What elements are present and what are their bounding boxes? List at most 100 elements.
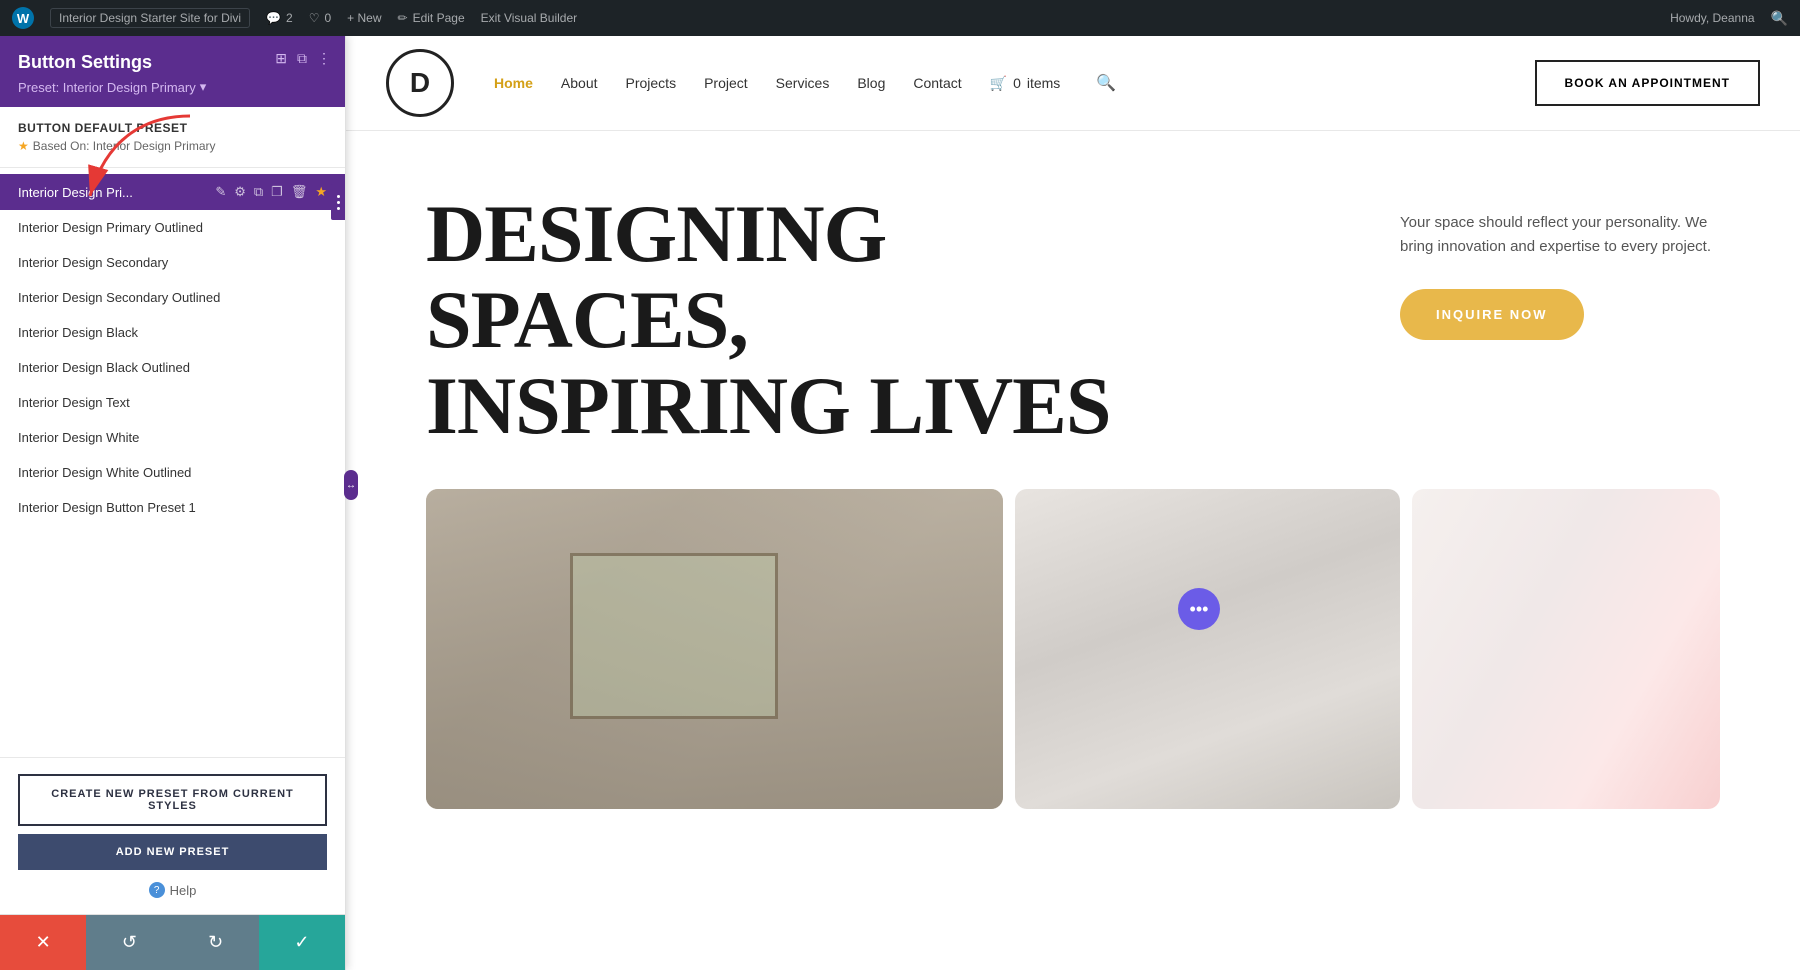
preset-item-actions: ✎ ⚙ ⧉ ❐ 🗑 ★ — [215, 184, 327, 200]
like-icon: ♡ — [309, 11, 320, 25]
interior-image-3 — [1412, 489, 1720, 809]
default-preset-label: Button Default Preset — [18, 121, 327, 135]
admin-bar-new[interactable]: + New — [347, 11, 381, 25]
preset-selector[interactable]: Preset: Interior Design Primary ▾ — [18, 79, 327, 95]
hero-right: Your space should reflect your personali… — [1400, 191, 1720, 449]
preset-export-icon[interactable]: ⧉ — [254, 184, 263, 200]
preset-item-label: Interior Design Pri... — [18, 185, 215, 200]
nav-link-services[interactable]: Services — [776, 75, 830, 91]
preset-item-label: Interior Design Primary Outlined — [18, 220, 327, 235]
nav-links: Home About Projects Project Services Blo… — [494, 73, 1505, 93]
preset-item-label: Interior Design White Outlined — [18, 465, 327, 480]
preset-copy-icon[interactable]: ❐ — [271, 184, 283, 200]
nav-link-contact[interactable]: Contact — [913, 75, 961, 91]
preset-item-label: Interior Design Black Outlined — [18, 360, 327, 375]
edit-page-label: Edit Page — [413, 11, 465, 25]
preset-settings-icon[interactable]: ⚙ — [234, 184, 246, 200]
default-preset-section: Button Default Preset ★ Based On: Interi… — [0, 107, 345, 168]
preset-dropdown-icon: ▾ — [200, 79, 207, 95]
preset-star-icon[interactable]: ★ — [315, 184, 327, 200]
help-icon: ? — [149, 882, 165, 898]
comment-icon: 💬 — [266, 11, 281, 25]
undo-button[interactable]: ↺ — [86, 915, 172, 970]
site-content: DESIGNING SPACES, INSPIRING LIVES Your s… — [346, 131, 1800, 970]
nav-link-about[interactable]: About — [561, 75, 598, 91]
floating-dots-icon: ••• — [1190, 599, 1209, 620]
admin-bar-site[interactable]: Interior Design Starter Site for Divi — [50, 8, 250, 28]
undo-icon: ↺ — [122, 932, 137, 953]
image-card-interior-1 — [426, 489, 1003, 809]
resize-handle[interactable]: ↔ — [344, 470, 358, 500]
hero-title-line1: DESIGNING — [426, 191, 1400, 277]
admin-bar-likes[interactable]: ♡ 0 — [309, 11, 331, 25]
hero-left: DESIGNING SPACES, INSPIRING LIVES — [426, 191, 1400, 449]
help-label: Help — [170, 883, 197, 898]
preset-item-label: Interior Design White — [18, 430, 327, 445]
panel-more-dots[interactable] — [331, 184, 345, 220]
preset-item-secondary-outlined[interactable]: Interior Design Secondary Outlined — [0, 280, 345, 315]
admin-bar-exit-builder[interactable]: Exit Visual Builder — [481, 11, 578, 25]
preset-item-text[interactable]: Interior Design Text — [0, 385, 345, 420]
like-count: 0 — [324, 11, 331, 25]
nav-cart[interactable]: 🛒 0 items — [990, 75, 1061, 92]
sidebar-footer: CREATE NEW PRESET FROM CURRENT STYLES AD… — [0, 757, 345, 914]
preset-item-secondary[interactable]: Interior Design Secondary — [0, 245, 345, 280]
more-options-icon[interactable]: ⋮ — [317, 50, 331, 67]
add-preset-button[interactable]: ADD NEW PRESET — [18, 834, 327, 870]
site-logo: D — [386, 49, 454, 117]
viewport-icon[interactable]: ⊞ — [275, 50, 287, 67]
expand-icon[interactable]: ⧉ — [297, 50, 307, 67]
edit-icon: ✏ — [398, 11, 408, 25]
image-grid — [346, 489, 1800, 809]
star-icon: ★ — [18, 139, 29, 153]
exit-builder-label: Exit Visual Builder — [481, 11, 578, 25]
image-card-interior-3 — [1412, 489, 1720, 809]
admin-bar-edit-page[interactable]: ✏ Edit Page — [398, 11, 465, 25]
nav-link-projects[interactable]: Projects — [626, 75, 677, 91]
preset-item-white-outlined[interactable]: Interior Design White Outlined — [0, 455, 345, 490]
interior-image-2 — [1015, 489, 1400, 809]
book-appointment-button[interactable]: BOOK AN APPOINTMENT — [1535, 60, 1760, 106]
redo-icon: ↻ — [208, 932, 223, 953]
preset-item-label: Interior Design Secondary Outlined — [18, 290, 327, 305]
admin-bar-site-name[interactable]: Interior Design Starter Site for Divi — [50, 8, 250, 28]
confirm-button[interactable]: ✓ — [259, 915, 345, 970]
preset-delete-icon[interactable]: 🗑 — [291, 184, 308, 200]
sidebar-header: Button Settings Preset: Interior Design … — [0, 36, 345, 107]
preset-item-button-preset-1[interactable]: Interior Design Button Preset 1 — [0, 490, 345, 525]
logo-letter: D — [410, 67, 430, 99]
new-label: + New — [347, 11, 381, 25]
create-preset-button[interactable]: CREATE NEW PRESET FROM CURRENT STYLES — [18, 774, 327, 826]
interior-image-1 — [426, 489, 1003, 809]
nav-link-project[interactable]: Project — [704, 75, 748, 91]
preset-item-label: Interior Design Secondary — [18, 255, 327, 270]
preset-item-black[interactable]: Interior Design Black — [0, 315, 345, 350]
help-link[interactable]: ? Help — [18, 882, 327, 898]
preset-item-primary-outlined[interactable]: Interior Design Primary Outlined — [0, 210, 345, 245]
preset-item-white[interactable]: Interior Design White — [0, 420, 345, 455]
cart-items-label: items — [1027, 75, 1060, 91]
nav-search-icon[interactable]: 🔍 — [1096, 73, 1116, 93]
admin-bar-right: Howdy, Deanna 🔍 — [1670, 10, 1788, 27]
preset-item-label: Interior Design Text — [18, 395, 327, 410]
nav-link-blog[interactable]: Blog — [857, 75, 885, 91]
preset-item-primary[interactable]: Interior Design Pri... ✎ ⚙ ⧉ ❐ 🗑 ★ — [0, 174, 345, 210]
cart-icon: 🛒 — [990, 75, 1007, 92]
hero-section: DESIGNING SPACES, INSPIRING LIVES Your s… — [346, 131, 1800, 489]
wp-logo[interactable]: W — [12, 7, 34, 29]
redo-button[interactable]: ↻ — [173, 915, 259, 970]
admin-search-icon[interactable]: 🔍 — [1771, 10, 1788, 27]
hero-title-line3: INSPIRING LIVES — [426, 363, 1400, 449]
inquire-now-button[interactable]: INQUIRE NOW — [1400, 289, 1584, 340]
main-layout: Button Settings Preset: Interior Design … — [0, 36, 1800, 970]
preset-item-label: Interior Design Black — [18, 325, 327, 340]
resize-icon: ↔ — [346, 480, 356, 491]
confirm-icon: ✓ — [294, 932, 309, 953]
preset-label: Preset: Interior Design Primary — [18, 80, 196, 95]
preset-edit-icon[interactable]: ✎ — [215, 184, 226, 200]
floating-action-button[interactable]: ••• — [1178, 588, 1220, 630]
nav-link-home[interactable]: Home — [494, 75, 533, 91]
admin-bar-comments[interactable]: 💬 2 — [266, 11, 293, 25]
cancel-button[interactable]: ✕ — [0, 915, 86, 970]
preset-item-black-outlined[interactable]: Interior Design Black Outlined — [0, 350, 345, 385]
